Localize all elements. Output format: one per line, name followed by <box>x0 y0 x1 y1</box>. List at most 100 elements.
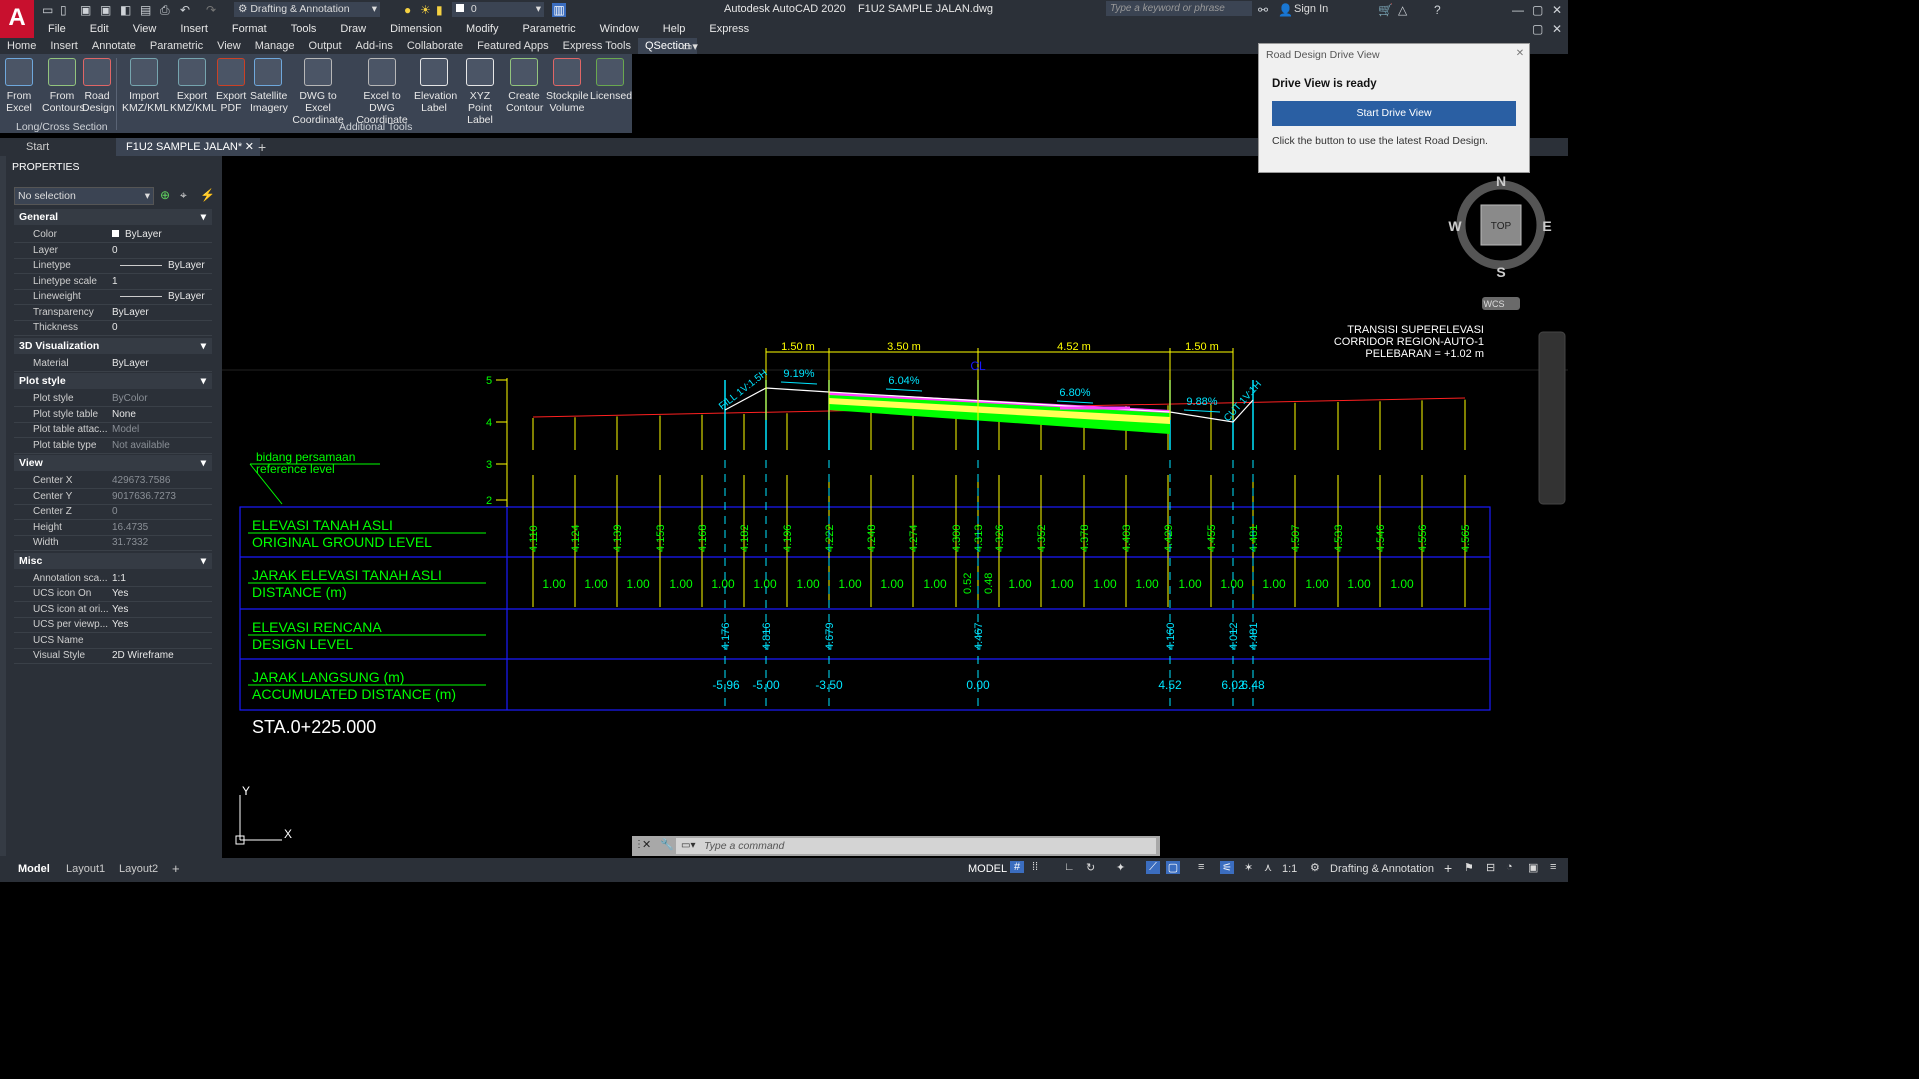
web-mobile-icon[interactable]: ◧ <box>120 3 131 17</box>
ribbon-button-dwg-to-excel-coordinate[interactable]: DWG to Excel Coordinate <box>288 58 348 126</box>
property-value[interactable]: 16.4735 <box>112 520 148 535</box>
property-value[interactable]: 31.7332 <box>112 535 148 550</box>
customize-icon[interactable]: 🔧 <box>660 838 674 851</box>
ribbon-button-xyz-point-label[interactable]: XYZ Point Label <box>458 58 502 126</box>
auto-scale-icon[interactable]: ✶ <box>1244 861 1253 874</box>
property-value[interactable]: ByLayer <box>112 305 149 320</box>
property-row[interactable]: Plot table attac... Model <box>14 422 212 438</box>
property-row[interactable]: Plot table type Not available <box>14 438 212 454</box>
property-value[interactable]: 0 <box>112 243 118 258</box>
menu-draw[interactable]: Draw <box>328 21 378 37</box>
drawing-canvas[interactable]: ELEVASI TANAH ASLI ORIGINAL GROUND LEVEL J… <box>222 156 1568 858</box>
new-file-icon[interactable]: ▭ <box>42 3 53 17</box>
autocad-logo-icon[interactable]: A <box>0 0 34 38</box>
property-value[interactable]: Not available <box>112 438 170 453</box>
property-row[interactable]: Width 31.7332 <box>14 535 212 551</box>
property-row[interactable]: Plot style ByColor <box>14 391 212 407</box>
property-row[interactable]: Material ByLayer <box>14 356 212 372</box>
menu-dimension[interactable]: Dimension <box>378 21 454 37</box>
property-value[interactable]: 429673.7586 <box>112 473 170 488</box>
property-row[interactable]: Height 16.4735 <box>14 520 212 536</box>
ortho-icon[interactable]: ∟ <box>1064 861 1075 873</box>
ribbon-button-export-pdf[interactable]: Export PDF <box>216 58 246 114</box>
property-row[interactable]: Center X 429673.7586 <box>14 473 212 489</box>
workspace-gear-icon[interactable]: ⚙ <box>1310 861 1320 874</box>
menu-express[interactable]: Express <box>697 21 761 37</box>
close-icon[interactable]: ✕ <box>642 838 651 851</box>
property-row[interactable]: Thickness 0 <box>14 320 212 336</box>
search-input[interactable]: Type a keyword or phrase <box>1106 1 1252 16</box>
doc-close-icon[interactable]: ✕ <box>1552 22 1562 36</box>
menu-format[interactable]: Format <box>220 21 279 37</box>
layer-on-icon[interactable]: ● <box>404 3 411 17</box>
snap-icon[interactable]: ⁞⁞ <box>1032 861 1038 873</box>
help-icon[interactable]: ? <box>1434 3 1441 17</box>
menu-parametric[interactable]: Parametric <box>510 21 587 37</box>
property-row[interactable]: Visual Style 2D Wireframe <box>14 648 212 664</box>
property-row[interactable]: Plot style table None <box>14 407 212 423</box>
annotation-scale-value[interactable]: 1:1 <box>1282 863 1297 875</box>
ribbon-tab-home[interactable]: Home <box>0 38 43 54</box>
menu-insert[interactable]: Insert <box>168 21 220 37</box>
ribbon-button-excel-to-dwg-coordinate[interactable]: Excel to DWG Coordinate <box>352 58 412 126</box>
ribbon-tab-collaborate[interactable]: Collaborate <box>400 38 470 54</box>
property-row[interactable]: Annotation sca... 1:1 <box>14 571 212 587</box>
property-value[interactable]: Yes <box>112 617 128 632</box>
property-row[interactable]: UCS icon at ori... Yes <box>14 602 212 618</box>
workspace-status[interactable]: Drafting & Annotation <box>1330 863 1434 875</box>
layer-lock-icon[interactable]: ▮ <box>436 3 443 17</box>
a360-icon[interactable]: △ <box>1398 3 1407 17</box>
tab-layout1[interactable]: Layout1 <box>58 861 113 877</box>
save-as-icon[interactable]: ▣ <box>100 3 111 17</box>
property-row[interactable]: Linetype ByLayer <box>14 258 212 274</box>
tab-start[interactable]: Start <box>16 138 59 156</box>
property-value[interactable]: ByColor <box>112 391 148 406</box>
command-history-icon[interactable]: ▭▾ <box>681 840 695 851</box>
model-space-button[interactable]: MODEL <box>968 863 1007 875</box>
property-value[interactable]: ByLayer <box>112 227 162 242</box>
customization-icon[interactable]: ≡ <box>1550 861 1556 873</box>
layer-freeze-icon[interactable]: ☀ <box>420 3 431 17</box>
ribbon-toggle-icon[interactable]: ▭▾ <box>682 40 698 53</box>
property-row[interactable]: UCS Name <box>14 633 212 649</box>
select-objects-icon[interactable]: ⌖ <box>180 188 187 203</box>
property-value[interactable]: ByLayer <box>112 289 205 304</box>
menu-view[interactable]: View <box>121 21 169 37</box>
property-row[interactable]: Layer 0 <box>14 243 212 259</box>
section-plot-style[interactable]: Plot style ▾ <box>14 373 212 389</box>
fullscreen-icon[interactable]: ▣ <box>1528 861 1538 874</box>
ribbon-button-licensed[interactable]: Licensed <box>590 58 632 102</box>
share-icon[interactable]: ▥ <box>552 3 566 17</box>
ribbon-tab-manage[interactable]: Manage <box>248 38 302 54</box>
ribbon-button-from-contours[interactable]: From Contours <box>42 58 85 114</box>
property-row[interactable]: UCS icon On Yes <box>14 586 212 602</box>
quick-properties-icon[interactable]: ⊟ <box>1486 861 1495 874</box>
tab-layout2[interactable]: Layout2 <box>111 861 166 877</box>
palette-handle[interactable] <box>0 156 6 856</box>
menu-tools[interactable]: Tools <box>279 21 329 37</box>
ribbon-button-elevation-label[interactable]: Elevation Label <box>414 58 457 114</box>
property-value[interactable]: 0 <box>112 320 118 335</box>
property-value[interactable]: Model <box>112 422 139 437</box>
ribbon-button-from-excel[interactable]: From Excel <box>4 58 34 114</box>
section-general[interactable]: General ▾ <box>14 209 212 225</box>
ribbon-button-create-contour[interactable]: Create Contour <box>506 58 543 114</box>
property-value[interactable]: 0 <box>112 504 118 519</box>
menu-help[interactable]: Help <box>651 21 698 37</box>
lineweight-icon[interactable]: ≡ <box>1198 861 1204 873</box>
close-icon[interactable]: ✕ <box>1514 48 1526 60</box>
doc-restore-icon[interactable]: ▢ <box>1532 22 1543 36</box>
property-value[interactable]: Yes <box>112 586 128 601</box>
tab-drawing[interactable]: F1U2 SAMPLE JALAN* ✕ <box>116 138 260 156</box>
plot-icon[interactable]: ▤ <box>140 3 151 17</box>
workspace-dropdown[interactable]: ⚙ Drafting & Annotation ▾ <box>234 2 380 17</box>
property-value[interactable]: ByLayer <box>112 258 205 273</box>
ribbon-button-import-kmz-kml[interactable]: Import KMZ/KML <box>122 58 169 114</box>
redo-icon[interactable]: ↷ <box>206 3 216 17</box>
property-value[interactable]: 1:1 <box>112 571 126 586</box>
isolate-icon[interactable]: ◔ <box>1506 861 1513 873</box>
layer-dropdown[interactable]: 0 ▾ <box>452 2 544 17</box>
property-value[interactable]: 1 <box>112 274 118 289</box>
cart-icon[interactable]: 🛒 <box>1378 3 1393 17</box>
property-value[interactable]: ByLayer <box>112 356 149 371</box>
